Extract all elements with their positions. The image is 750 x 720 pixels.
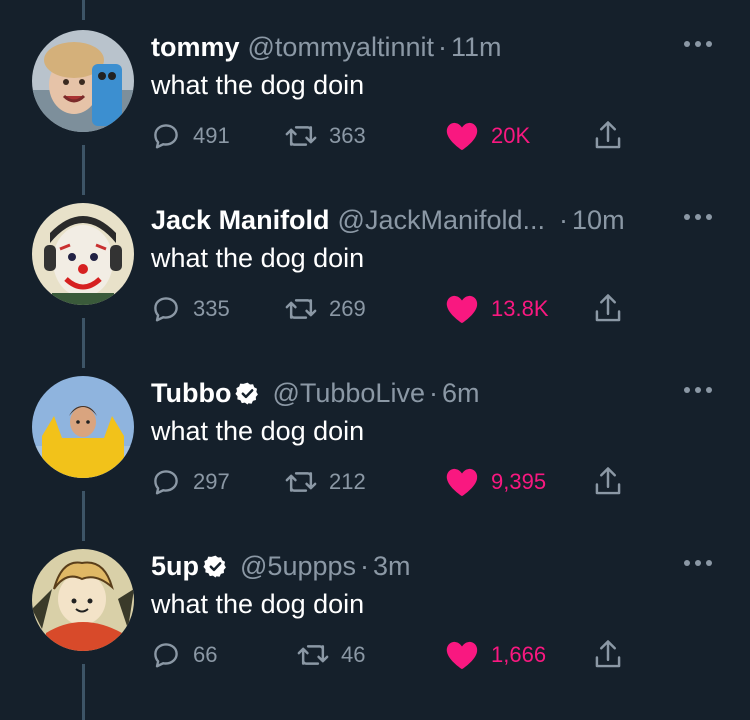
more-options-icon[interactable] [682,38,714,50]
verified-badge-icon [235,382,259,404]
like-button[interactable]: 1,666 [445,637,546,673]
more-options-icon[interactable] [682,557,714,569]
reply-button[interactable]: 335 [151,291,230,327]
retweet-count: 212 [329,469,366,494]
heart-icon [446,468,478,497]
display-name[interactable]: 5up [151,551,199,582]
separator-dot: · [559,204,569,235]
retweet-icon [297,645,329,665]
tweet-header: 5up @5uppps · 3m [151,549,411,583]
user-handle[interactable]: @TubboLive [272,378,425,409]
retweet-count: 46 [341,642,366,667]
like-button[interactable]: 9,395 [445,464,546,500]
share-button[interactable] [593,637,635,673]
share-icon [595,467,621,495]
heart-icon [446,122,478,151]
tweet-text: what the dog doin [151,243,365,273]
retweet-count: 269 [329,296,366,321]
separator-dot: · [428,377,438,408]
tweet-actions: 297 212 9,395 [151,464,641,500]
user-handle[interactable]: @tommyaltinnit [248,32,434,63]
timestamp[interactable]: 3m [373,551,411,582]
tweet-header: tommy @tommyaltinnit · 11m [151,30,502,64]
reply-count: 335 [193,296,230,321]
tweet[interactable]: 5up @5uppps · 3m what the dog doin 66 46… [0,519,750,692]
retweet-icon [285,299,317,319]
separator-dot: · [437,31,447,62]
share-button[interactable] [593,464,635,500]
reply-button[interactable]: 66 [151,637,217,673]
user-handle[interactable]: @5uppps [240,551,356,582]
retweet-icon [285,472,317,492]
like-button[interactable]: 20K [445,118,530,154]
retweet-icon [285,126,317,146]
tweet[interactable]: tommy @tommyaltinnit · 11m what the dog … [0,0,750,173]
tweet-actions: 66 46 1,666 [151,637,641,673]
tweet-text: what the dog doin [151,416,365,446]
verified-badge-icon [203,555,226,577]
tweet-actions: 491 363 20K [151,118,641,154]
avatar[interactable] [32,549,134,651]
reply-icon [154,643,178,668]
reply-count: 297 [193,469,230,494]
more-options-icon[interactable] [682,384,714,396]
reply-icon [154,124,178,149]
retweet-button[interactable]: 363 [285,118,366,154]
heart-icon [446,641,478,670]
retweet-count: 363 [329,123,366,148]
timestamp[interactable]: 11m [451,32,502,63]
share-icon [595,640,621,668]
share-icon [595,121,621,149]
avatar[interactable] [32,376,134,478]
heart-icon [446,295,478,324]
tweet[interactable]: Tubbo @TubboLive · 6m what the dog doin … [0,346,750,519]
like-count: 20K [491,123,531,148]
timestamp[interactable]: 6m [442,378,480,409]
avatar[interactable] [32,203,134,305]
avatar[interactable] [32,30,134,132]
tweet-header: Jack Manifold @JackManifold... · 10m [151,203,625,237]
share-button[interactable] [593,291,635,327]
tweet-text: what the dog doin [151,589,365,619]
reply-count: 66 [193,642,218,667]
retweet-button[interactable]: 46 [297,637,365,673]
display-name[interactable]: tommy [151,32,240,63]
tweet-header: Tubbo @TubboLive · 6m [151,376,479,410]
share-icon [595,294,621,322]
retweet-button[interactable]: 212 [285,464,366,500]
more-options-icon[interactable] [682,211,714,223]
share-button[interactable] [593,118,635,154]
like-button[interactable]: 13.8K [445,291,549,327]
reply-count: 491 [193,123,230,148]
reply-icon [154,297,178,322]
like-count: 1,666 [491,642,547,667]
timestamp[interactable]: 10m [572,205,625,236]
reply-icon [154,470,178,495]
tweet[interactable]: Jack Manifold @JackManifold... · 10m wha… [0,173,750,346]
display-name[interactable]: Tubbo [151,378,231,409]
display-name[interactable]: Jack Manifold [151,205,330,236]
like-count: 13.8K [491,296,549,321]
tweet-text: what the dog doin [151,70,365,100]
reply-button[interactable]: 491 [151,118,230,154]
tweet-actions: 335 269 13.8K [151,291,641,327]
like-count: 9,395 [491,469,547,494]
separator-dot: · [360,550,370,581]
reply-button[interactable]: 297 [151,464,230,500]
retweet-button[interactable]: 269 [285,291,366,327]
user-handle[interactable]: @JackManifold... [338,205,545,236]
